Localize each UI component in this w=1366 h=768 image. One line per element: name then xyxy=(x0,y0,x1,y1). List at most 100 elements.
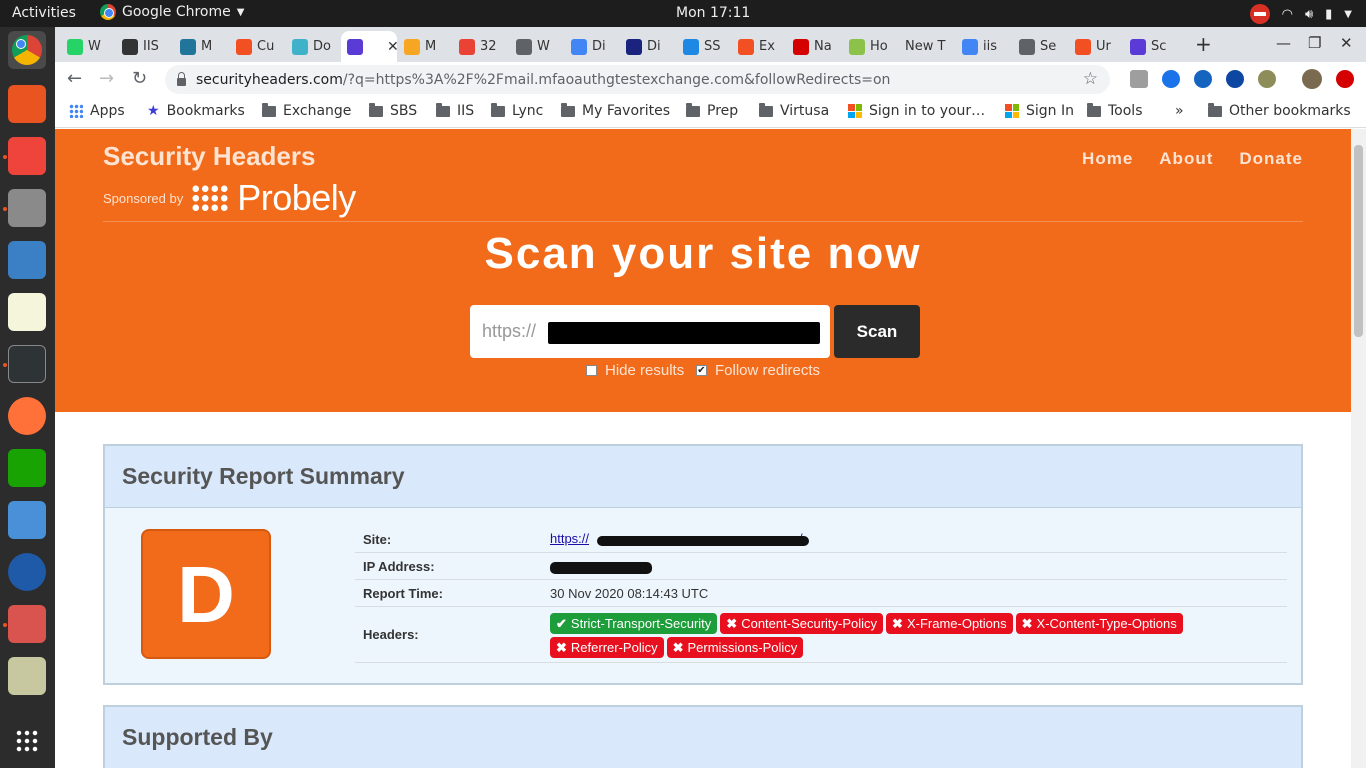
bookmark-item[interactable]: Lync xyxy=(491,102,543,119)
hide-results-checkbox[interactable] xyxy=(586,365,597,376)
clock[interactable]: Mon 17:11 xyxy=(676,5,750,21)
bookmark-star-icon[interactable]: ☆ xyxy=(1083,69,1098,89)
bookmark-item[interactable]: Exchange xyxy=(262,102,351,119)
favicon-icon xyxy=(67,38,83,55)
address-bar[interactable]: securityheaders.com/?q=https%3A%2F%2Fmai… xyxy=(165,65,1110,94)
bookmarks-overflow-button[interactable]: » xyxy=(1175,103,1184,119)
do-not-disturb-icon[interactable] xyxy=(1249,4,1270,24)
tab-label: IIS xyxy=(143,39,159,54)
folder-icon xyxy=(262,102,276,117)
app-menu[interactable]: Google Chrome ▼ xyxy=(100,4,244,20)
browser-tab[interactable]: Cu xyxy=(230,31,282,62)
profile-avatar[interactable] xyxy=(1302,69,1322,89)
sponsor-block[interactable]: Sponsored by Probely xyxy=(103,177,356,219)
browser-tab[interactable]: ✕ xyxy=(341,31,397,62)
activities-button[interactable]: Activities xyxy=(12,5,76,21)
scrollbar-thumb[interactable] xyxy=(1354,145,1363,337)
close-tab-icon[interactable]: ✕ xyxy=(387,39,397,55)
extension-globe-icon[interactable] xyxy=(1194,70,1212,88)
package-icon[interactable] xyxy=(8,605,46,643)
chrome-launcher-icon[interactable] xyxy=(8,31,46,69)
browser-tab[interactable]: 32 xyxy=(453,31,505,62)
hide-results-option[interactable]: Hide results xyxy=(586,362,684,379)
reload-button[interactable]: ↻ xyxy=(132,68,147,89)
browser-tab[interactable]: Na xyxy=(787,31,839,62)
browser-tab[interactable]: New T xyxy=(899,31,951,62)
other-bookmarks[interactable]: Other bookmarks xyxy=(1208,102,1351,119)
follow-redirects-checkbox[interactable]: ✔ xyxy=(696,365,707,376)
browser-tab[interactable]: Ex xyxy=(732,31,784,62)
page-scrollbar[interactable] xyxy=(1351,129,1366,768)
forward-button[interactable]: → xyxy=(99,68,114,89)
bookmark-item[interactable]: SBS xyxy=(369,102,417,119)
browser-tab[interactable]: Ho xyxy=(843,31,895,62)
browser-tab[interactable]: IIS xyxy=(116,31,168,62)
follow-redirects-option[interactable]: ✔ Follow redirects xyxy=(696,362,820,379)
browser-tab[interactable]: Sc xyxy=(1124,31,1176,62)
browser-tab[interactable]: W xyxy=(510,31,562,62)
tab-label: SS xyxy=(704,39,721,54)
browser-tab[interactable]: Di xyxy=(565,31,617,62)
header-badge-missing: ✖ X-Frame-Options xyxy=(886,613,1013,634)
spreadsheet-icon[interactable] xyxy=(8,449,46,487)
nav-donate[interactable]: Donate xyxy=(1239,149,1303,169)
minimize-button[interactable]: — xyxy=(1276,34,1291,52)
files-icon[interactable] xyxy=(8,189,46,227)
favicon-icon xyxy=(793,38,809,55)
system-tray[interactable]: ◠ 🔊︎ ▮ ▼ xyxy=(1249,4,1352,24)
site-brand[interactable]: Security Headers xyxy=(103,141,315,172)
extension-blue-icon[interactable] xyxy=(1162,70,1180,88)
show-applications-icon[interactable] xyxy=(15,729,39,753)
bookmark-item[interactable]: Tools xyxy=(1087,102,1143,119)
bookmarks-bar: Apps ★ Bookmarks Exchange SBS IIS Lync My Favor… xyxy=(55,96,1366,128)
firefox-icon[interactable] xyxy=(8,397,46,435)
software-center-icon[interactable] xyxy=(8,85,46,123)
image-viewer-icon[interactable] xyxy=(8,501,46,539)
browser-tab[interactable]: Di xyxy=(620,31,672,62)
new-tab-button[interactable]: + xyxy=(1195,32,1212,56)
browser-tab[interactable]: Do xyxy=(286,31,338,62)
scan-url-field[interactable] xyxy=(470,305,830,358)
document-viewer-icon[interactable] xyxy=(8,241,46,279)
x-icon: ✖ xyxy=(672,640,684,655)
bookmark-item[interactable]: Apps xyxy=(69,103,125,119)
bookmark-item[interactable]: Sign in to your… xyxy=(848,103,985,119)
bookmark-label: Apps xyxy=(90,103,125,119)
browser-tab[interactable]: Ur xyxy=(1069,31,1121,62)
browser-tab[interactable]: W xyxy=(61,31,113,62)
anydesk-icon[interactable] xyxy=(8,137,46,175)
extension-wallet-icon[interactable] xyxy=(1226,70,1244,88)
extension-cart-icon[interactable] xyxy=(1130,70,1148,88)
browser-tab[interactable]: Se xyxy=(1013,31,1065,62)
browser-tab[interactable]: iis xyxy=(956,31,1008,62)
bookmark-item[interactable]: Prep xyxy=(686,102,738,119)
bookmark-item[interactable]: My Favorites xyxy=(561,102,670,119)
update-badge-icon[interactable] xyxy=(1336,70,1354,88)
favicon-icon xyxy=(516,38,532,55)
nav-about[interactable]: About xyxy=(1159,149,1213,169)
maximize-button[interactable]: ❐ xyxy=(1308,34,1321,52)
bookmark-item[interactable]: Virtusa xyxy=(759,102,829,119)
text-editor-icon[interactable] xyxy=(8,293,46,331)
scan-url-input[interactable] xyxy=(482,321,556,342)
terminal-icon[interactable] xyxy=(8,345,46,383)
bookmark-item[interactable]: ★ Bookmarks xyxy=(147,103,245,119)
lock-icon[interactable] xyxy=(177,71,186,86)
browser-tab[interactable]: M xyxy=(398,31,450,62)
folder-icon xyxy=(369,102,383,117)
browser-tab[interactable]: SS xyxy=(677,31,729,62)
image-viewer-2-icon[interactable] xyxy=(8,657,46,695)
close-window-button[interactable]: ✕ xyxy=(1340,34,1353,52)
extension-flower-icon[interactable] xyxy=(1258,70,1276,88)
bookmark-item[interactable]: IIS xyxy=(436,102,474,119)
scan-button[interactable]: Scan xyxy=(834,305,920,358)
folder-icon xyxy=(759,102,773,117)
nav-home[interactable]: Home xyxy=(1082,149,1133,169)
bookmark-item[interactable]: Sign In xyxy=(1005,103,1074,119)
supported-by-panel: Supported By xyxy=(103,705,1303,768)
remote-desktop-icon[interactable] xyxy=(8,553,46,591)
browser-tab[interactable]: M xyxy=(174,31,226,62)
bookmark-label: Tools xyxy=(1108,103,1143,119)
tab-label: Ho xyxy=(870,39,888,54)
back-button[interactable]: ← xyxy=(67,68,82,89)
